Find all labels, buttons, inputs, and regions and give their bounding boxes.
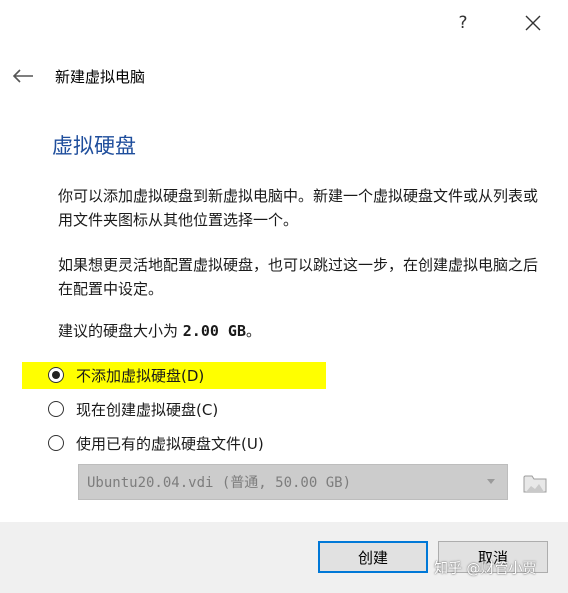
radio-label: 现在创建虚拟硬盘(C) bbox=[76, 400, 219, 419]
page-title: 虚拟硬盘 bbox=[52, 134, 136, 158]
recommend-prefix: 建议的硬盘大小为 bbox=[58, 322, 183, 340]
radio-button[interactable] bbox=[48, 401, 64, 417]
radio-create-disk[interactable]: 现在创建虚拟硬盘(C) bbox=[48, 396, 218, 422]
recommend-suffix: 。 bbox=[246, 322, 262, 340]
chevron-down-icon bbox=[487, 479, 495, 484]
radio-label: 使用已有的虚拟硬盘文件(U) bbox=[76, 434, 264, 453]
recommended-size-value: 2.00 GB bbox=[182, 322, 246, 340]
close-button[interactable] bbox=[516, 8, 550, 38]
back-button[interactable] bbox=[10, 64, 36, 88]
recommended-size-text: 建议的硬盘大小为 2.00 GB。 bbox=[58, 320, 261, 341]
watermark: 知乎 @财管小贾 bbox=[434, 561, 537, 577]
radio-label: 不添加虚拟硬盘(D) bbox=[76, 366, 205, 385]
help-button[interactable]: ? bbox=[446, 8, 480, 38]
radio-button[interactable] bbox=[48, 435, 64, 451]
description-paragraph: 你可以添加虚拟硬盘到新虚拟电脑中。新建一个虚拟硬盘文件或从列表或用文件夹图标从其… bbox=[58, 187, 539, 229]
disk-file-select[interactable]: Ubuntu20.04.vdi (普通, 50.00 GB) bbox=[78, 464, 508, 500]
disk-file-value: Ubuntu20.04.vdi (普通, 50.00 GB) bbox=[87, 475, 352, 491]
radio-no-disk[interactable]: 不添加虚拟硬盘(D) bbox=[48, 362, 204, 388]
wizard-title: 新建虚拟电脑 bbox=[55, 68, 146, 86]
close-icon bbox=[525, 15, 541, 31]
choose-disk-file-button[interactable] bbox=[520, 466, 550, 498]
arrow-left-icon bbox=[12, 69, 33, 83]
hint-paragraph: 如果想更灵活地配置虚拟硬盘，也可以跳过这一步，在创建虚拟电脑之后在配置中设定。 bbox=[58, 256, 539, 298]
radio-existing-disk[interactable]: 使用已有的虚拟硬盘文件(U) bbox=[48, 430, 264, 456]
folder-icon bbox=[523, 475, 547, 493]
radio-button[interactable] bbox=[48, 367, 64, 383]
create-button[interactable]: 创建 bbox=[318, 541, 428, 573]
